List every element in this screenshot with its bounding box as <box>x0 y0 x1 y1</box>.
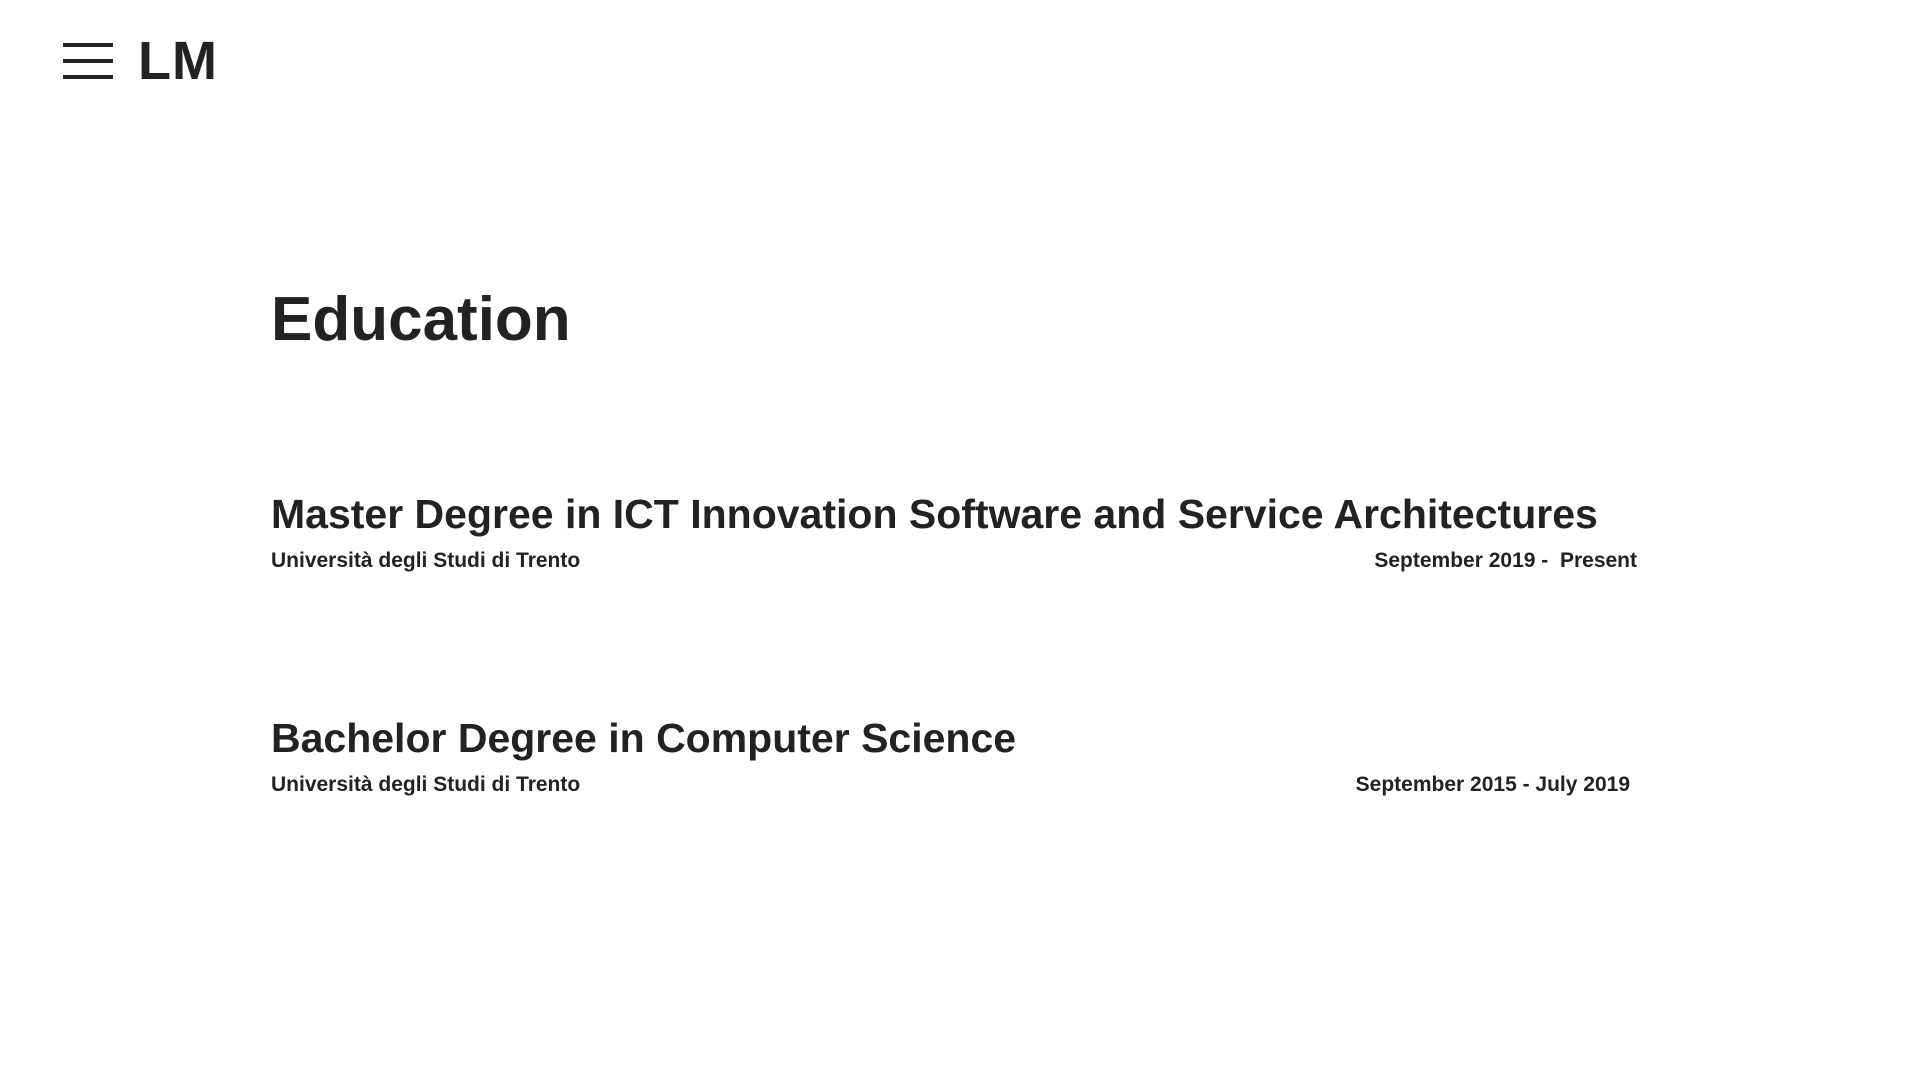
menu-line-top <box>63 43 113 47</box>
degree-title: Master Degree in ICT Innovation Software… <box>271 491 1598 537</box>
site-logo[interactable]: LM <box>138 28 218 94</box>
degree-title: Bachelor Degree in Computer Science <box>271 715 1017 761</box>
entry-meta: Università degli Studi di Trento Septemb… <box>271 546 1651 576</box>
date-range: September 2019 - Present <box>1374 549 1637 572</box>
entry-meta: Università degli Studi di Trento Septemb… <box>271 770 1651 800</box>
site-header: LM <box>0 0 1920 120</box>
page-title: Education <box>271 285 571 354</box>
hamburger-menu-icon[interactable] <box>63 43 113 79</box>
school-name: Università degli Studi di Trento <box>271 549 581 572</box>
education-entry-bachelor: Bachelor Degree in Computer Science Univ… <box>271 712 1651 800</box>
menu-line-middle <box>63 59 113 63</box>
menu-line-bottom <box>63 75 113 79</box>
education-entry-master: Master Degree in ICT Innovation Software… <box>271 488 1651 576</box>
school-name: Università degli Studi di Trento <box>271 773 581 796</box>
date-range: September 2015 - July 2019 <box>1355 773 1630 796</box>
